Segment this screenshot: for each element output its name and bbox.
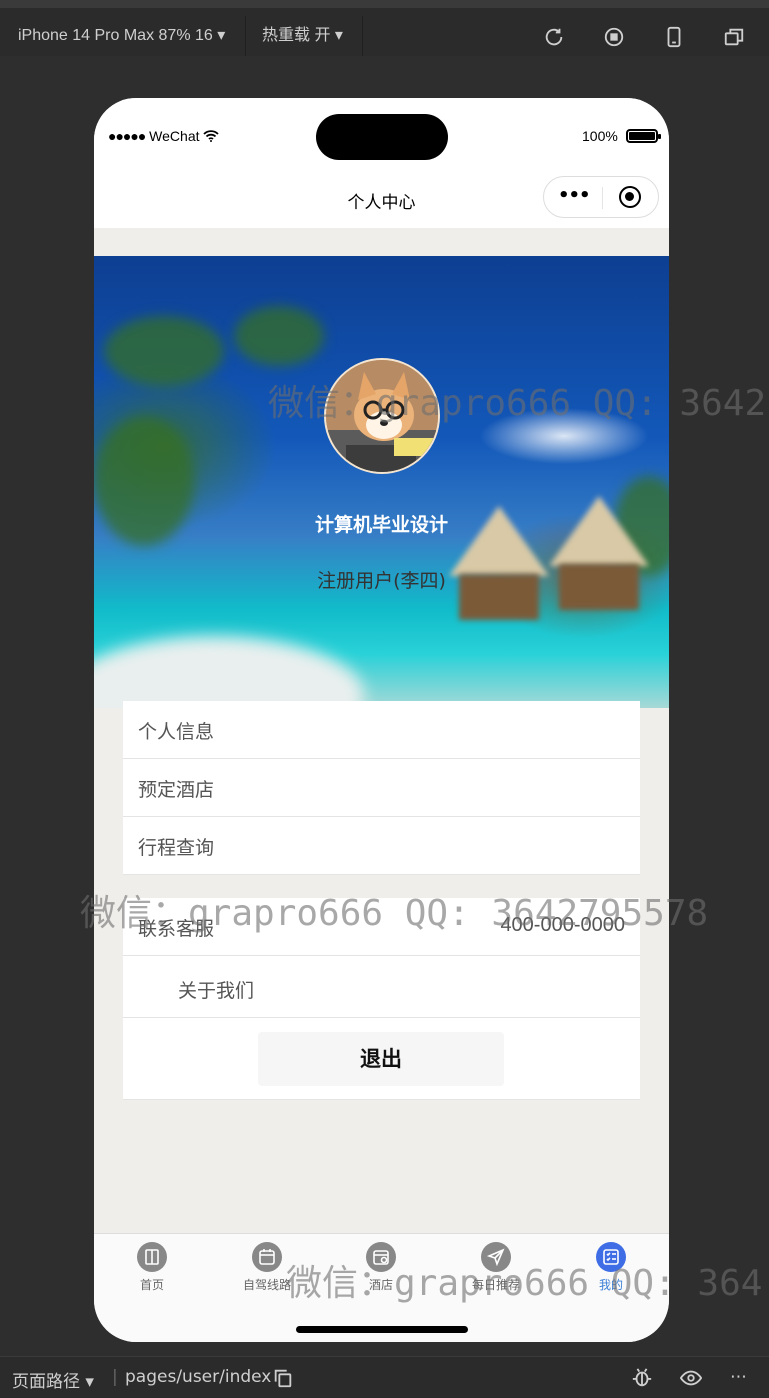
capsule-menu: ••• — [543, 176, 659, 218]
toolbar-divider — [245, 16, 246, 56]
tab-label: 每日推荐 — [471, 1278, 520, 1292]
send-icon — [481, 1242, 511, 1272]
status-bar: ●●●●● WeChat 100% — [94, 98, 669, 174]
menu-group-account: 个人信息 预定酒店 行程查询 — [123, 701, 640, 875]
tab-daily-recommend[interactable]: 每日推荐 — [446, 1240, 546, 1300]
eye-icon[interactable] — [679, 1367, 703, 1389]
menu-item-trip-query[interactable]: 行程查询 — [123, 817, 640, 875]
path-divider: | — [112, 1367, 118, 1387]
more-icon[interactable]: ••• — [558, 185, 591, 206]
bug-icon[interactable] — [631, 1367, 653, 1389]
profile-banner: 计算机毕业设计 注册用户(李四) — [94, 256, 669, 708]
menu-item-about-us[interactable]: 关于我们 — [123, 956, 640, 1018]
hot-reload-toggle[interactable]: 热重载 开 ▾ — [262, 16, 343, 56]
tab-self-drive[interactable]: 自驾线路 — [217, 1240, 317, 1300]
toolbar-divider — [362, 16, 363, 56]
logout-button[interactable]: 退出 — [258, 1032, 504, 1086]
palm-leaves — [104, 316, 224, 386]
tab-label: 我的 — [598, 1278, 623, 1292]
tab-hotel[interactable]: 酒店 — [331, 1240, 431, 1300]
menu-item-label: 联系客服 — [138, 918, 215, 940]
home-indicator — [296, 1326, 468, 1333]
tab-bar: 首页 自驾线路 酒店 每日推荐 我的 — [94, 1233, 669, 1342]
record-icon[interactable] — [603, 26, 625, 48]
tab-label: 自驾线路 — [242, 1278, 291, 1292]
device-label: iPhone 14 Pro Max 87% 16 — [18, 27, 213, 44]
tab-mine[interactable]: 我的 — [561, 1240, 661, 1300]
beach-sand — [94, 636, 364, 708]
user-name: 计算机毕业设计 — [314, 514, 448, 536]
service-phone[interactable]: 400-000-0000 — [500, 914, 625, 937]
dynamic-island — [316, 114, 448, 160]
battery-icon — [626, 129, 661, 143]
phone-simulator: ●●●●● WeChat 100% 个人中心 ••• 计算机毕业设计 注册用户(… — [94, 98, 669, 1342]
capsule-divider — [602, 187, 603, 209]
wifi-icon — [203, 130, 220, 142]
menu-item-label: 关于我们 — [178, 980, 255, 1002]
logout-row: 退出 — [123, 1018, 640, 1100]
page-path-selector[interactable]: 页面路径 ▾ — [12, 1367, 94, 1392]
phone-icon[interactable] — [663, 26, 685, 48]
page-path-label: 页面路径 — [12, 1372, 80, 1392]
close-miniprogram-icon[interactable] — [619, 186, 641, 208]
menu-group-service: 联系客服 400-000-0000 关于我们 退出 — [123, 898, 640, 1100]
calendar-clock-icon — [366, 1242, 396, 1272]
palm-leaves — [234, 306, 324, 366]
menu-item-label: 行程查询 — [138, 837, 215, 859]
tab-label: 酒店 — [368, 1278, 393, 1292]
copy-icon[interactable] — [272, 1367, 294, 1389]
signal-dots-icon: ●●●●● — [108, 128, 146, 144]
avatar[interactable] — [324, 358, 440, 474]
user-role: 注册用户(李四) — [317, 570, 446, 592]
devtools-bottom-bar: 页面路径 ▾ | pages/user/index ⋯ — [0, 1356, 769, 1398]
menu-item-personal-info[interactable]: 个人信息 — [123, 701, 640, 759]
menu-item-customer-service[interactable]: 联系客服 400-000-0000 — [123, 898, 640, 956]
battery-percent: 100% — [582, 128, 618, 144]
list-icon — [596, 1242, 626, 1272]
corgi-avatar-icon — [326, 360, 438, 472]
window-icon[interactable] — [723, 26, 745, 48]
calendar-icon — [252, 1242, 282, 1272]
signal-indicator: ●●●●● WeChat — [108, 128, 220, 144]
tab-label: 首页 — [139, 1278, 164, 1292]
rotate-icon[interactable] — [543, 26, 565, 48]
devtools-toolbar: iPhone 14 Pro Max 87% 16 ▾ 热重载 开 ▾ — [0, 0, 769, 56]
menu-item-label: 个人信息 — [138, 721, 215, 743]
device-selector[interactable]: iPhone 14 Pro Max 87% 16 ▾ — [18, 16, 225, 56]
page-path-value: pages/user/index — [125, 1367, 272, 1387]
tab-home[interactable]: 首页 — [102, 1240, 202, 1300]
menu-item-book-hotel[interactable]: 预定酒店 — [123, 759, 640, 817]
hot-reload-label: 热重载 开 — [262, 27, 331, 44]
nav-bar: 个人中心 ••• — [94, 174, 669, 228]
more-options-icon[interactable]: ⋯ — [730, 1367, 748, 1387]
menu-item-label: 预定酒店 — [138, 779, 215, 801]
book-icon — [137, 1242, 167, 1272]
carrier-name: WeChat — [149, 128, 200, 144]
